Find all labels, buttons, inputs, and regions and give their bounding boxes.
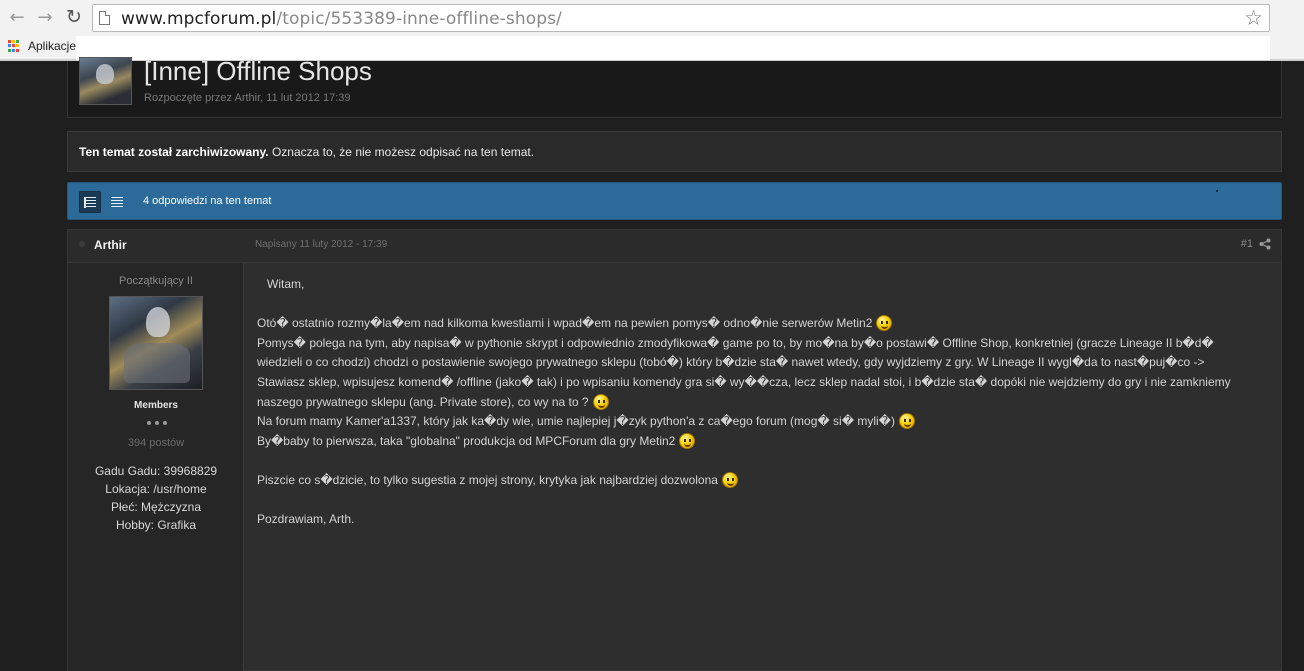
pip <box>163 421 167 425</box>
post-author-link[interactable]: Arthir <box>94 238 127 252</box>
share-icon[interactable] <box>1259 238 1271 250</box>
profile-field-gadu: Gadu Gadu: 39968829 <box>94 464 218 478</box>
post-line: Pozdrawiam, Arth. <box>257 512 355 527</box>
back-icon[interactable]: ← <box>6 6 28 28</box>
post-line: Piszcie co s�dzicie, to tylko sugestia z… <box>257 471 1277 491</box>
topic-author-avatar[interactable] <box>79 57 132 105</box>
url-text[interactable]: www.mpcforum.pl/topic/553389-inne-offlin… <box>121 9 562 29</box>
topic-title: [Inne] Offline Shops <box>144 56 372 86</box>
address-bar[interactable]: www.mpcforum.pl/topic/553389-inne-offlin… <box>92 4 1270 32</box>
list-mode-icon <box>84 196 96 208</box>
post-line: Stawiasz sklep, wpisujesz komend� /offli… <box>257 374 1231 389</box>
apps-grid-icon[interactable] <box>8 40 20 52</box>
post-content: Witam, Otó� ostatnio rozmy�la�em nad kil… <box>257 275 1277 530</box>
author-info-column: Początkujący II Members 394 postów Gadu … <box>68 263 244 671</box>
post-line: Witam, <box>267 277 305 291</box>
post-line: Pomys� polega na tym, aby napisa� w pyth… <box>257 335 1214 350</box>
bookmark-star-icon[interactable]: ☆ <box>1244 6 1263 30</box>
bar-marker <box>1216 190 1218 192</box>
notice-text: Ten temat został zarchiwizowany. Oznacza… <box>79 145 534 159</box>
post-line-text: Na forum mamy Kamer'a1337, który jak ka�… <box>257 414 895 429</box>
apps-dot <box>12 48 15 52</box>
post-body: Początkujący II Members 394 postów Gadu … <box>67 263 1282 671</box>
tongue-emoji-icon <box>679 432 696 449</box>
pip <box>147 421 151 425</box>
profile-fields: Gadu Gadu: 39968829 Lokacja: /usr/home P… <box>68 462 244 534</box>
browser-chrome: ← → ↻ www.mpcforum.pl/topic/553389-inne-… <box>0 0 1304 61</box>
linear-view-button[interactable] <box>106 191 128 213</box>
notice-bold: Ten temat został zarchiwizowany. <box>79 145 269 159</box>
post-line-text: Piszcie co s�dzicie, to tylko sugestia z… <box>257 472 718 487</box>
apps-dot <box>16 44 19 48</box>
threaded-view-button[interactable] <box>79 191 101 213</box>
offline-status-icon <box>79 241 85 247</box>
profile-field-hobby: Hobby: Grafika <box>115 518 197 532</box>
notice-rest: Oznacza to, że nie możesz odpisać na ten… <box>268 145 535 159</box>
smile-emoji-icon <box>898 413 915 430</box>
pip <box>155 421 159 425</box>
forward-icon[interactable]: → <box>34 6 56 28</box>
post-date: Napisany 11 luty 2012 - 17:39 <box>255 239 388 250</box>
post-line: Otó� ostatnio rozmy�la�em nad kilkoma kw… <box>257 314 1277 334</box>
reload-icon[interactable]: ↻ <box>63 6 85 28</box>
post-number-link[interactable]: #1 <box>1241 238 1253 250</box>
tongue-emoji-icon <box>592 393 609 410</box>
apps-dot <box>8 44 11 48</box>
apps-dot <box>12 44 15 48</box>
profile-field-gender: Płeć: Mężczyzna <box>110 500 202 514</box>
post-line: wiedzieli o co chodzi) chodzi o postawie… <box>257 355 1205 370</box>
post-header: Arthir Napisany 11 luty 2012 - 17:39 #1 <box>67 229 1282 263</box>
member-rank: Początkujący II <box>119 275 193 287</box>
topic-controls-bar: 4 odpowiedzi na ten temat <box>67 182 1282 220</box>
url-host: www.mpcforum.pl <box>121 9 277 29</box>
user-avatar[interactable] <box>109 296 203 390</box>
apps-dot <box>12 40 15 43</box>
profile-field-location: Lokacja: /usr/home <box>105 482 207 496</box>
smile-emoji-icon <box>876 315 893 332</box>
wink-emoji-icon <box>721 471 738 488</box>
apps-dot <box>16 40 19 43</box>
post-line-text: By�baby to pierwsza, taka "globalna" pro… <box>257 433 676 448</box>
post-line-text: naszego prywatnego sklepu (ang. Private … <box>257 394 589 409</box>
url-path: /topic/553389-inne-offline-shops/ <box>276 9 562 29</box>
post-line-text: Otó� ostatnio rozmy�la�em nad kilkoma kw… <box>257 316 873 331</box>
post-line: naszego prywatnego sklepu (ang. Private … <box>257 393 1277 413</box>
topic-meta: Rozpoczęte przez Arthir, 11 lut 2012 17:… <box>144 92 351 104</box>
page-icon <box>99 11 110 25</box>
apps-dot <box>8 48 11 52</box>
reputation-pips <box>147 421 167 425</box>
member-group: Members <box>134 400 178 411</box>
browser-toolbar: ← → ↻ www.mpcforum.pl/topic/553389-inne-… <box>0 0 1304 36</box>
topic-header: [Inne] Offline Shops Rozpoczęte przez Ar… <box>67 56 1282 118</box>
apps-dot <box>8 40 11 43</box>
lines-icon <box>111 196 123 208</box>
bookmark-apps[interactable]: Aplikacje <box>28 39 76 53</box>
post-count: 394 postów <box>127 437 185 449</box>
reply-count: 4 odpowiedzi na ten temat <box>143 195 272 207</box>
apps-dot <box>16 48 19 52</box>
archived-notice: Ten temat został zarchiwizowany. Oznacza… <box>67 131 1282 172</box>
post-line: By�baby to pierwsza, taka "globalna" pro… <box>257 432 1277 452</box>
post-line: Na forum mamy Kamer'a1337, który jak ka�… <box>257 412 1277 432</box>
